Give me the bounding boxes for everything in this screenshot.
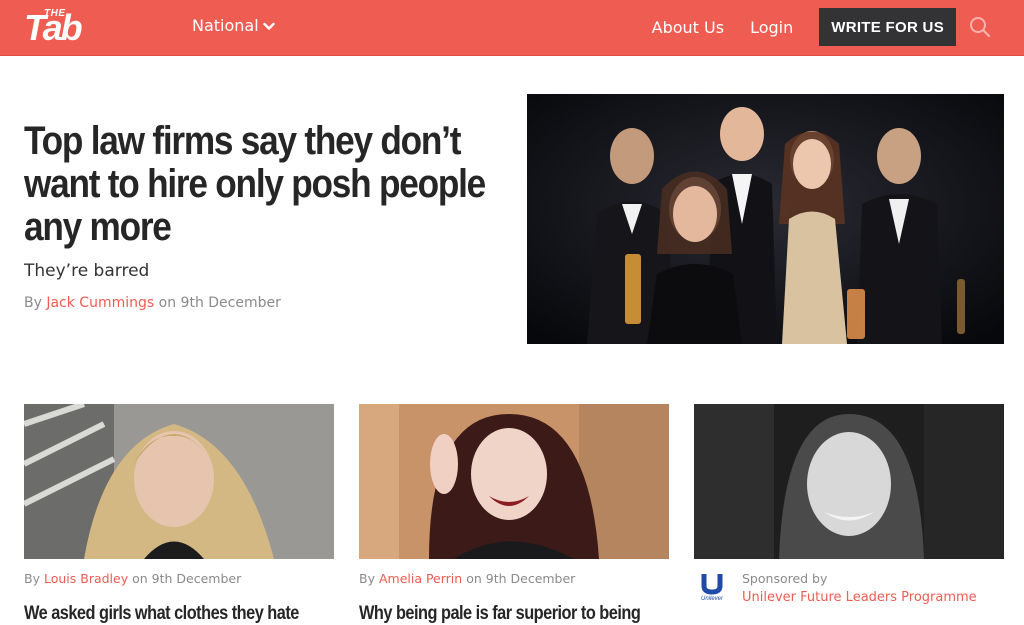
chevron-down-icon [262,22,275,30]
write-for-us-button[interactable]: WRITE FOR US [819,8,956,46]
unilever-logo[interactable]: Unilever [698,572,726,602]
sponsored-image[interactable] [694,404,1004,559]
card-2-author-link[interactable]: Amelia Perrin [379,571,462,586]
top-navigation-bar: THE Tab National About Us Login WRITE FO… [0,0,1024,56]
hero-article: Top law firms say they don’t want to hir… [24,120,517,312]
hero-byline: By Jack Cummings on 9th December [24,295,514,311]
byline-on: on [158,295,177,311]
byline-on: on [132,571,148,586]
article-image-2[interactable] [359,404,669,559]
the-tab-logo[interactable]: THE Tab [24,6,102,46]
login-link[interactable]: Login [750,18,793,37]
card-1-author-link[interactable]: Louis Bradley [44,571,128,586]
hero-subtitle: They’re barred [24,261,150,281]
hero-image[interactable] [527,94,1004,344]
sponsored-by-label: Sponsored by [742,571,828,586]
sponsor-link[interactable]: Unilever Future Leaders Programme [742,590,977,605]
region-dropdown[interactable]: National [192,16,275,35]
card-1-byline: By Louis Bradley on 9th December [24,571,241,586]
byline-by: By [24,571,40,586]
card-1-title[interactable]: We asked girls what clothes they hate [24,603,299,625]
byline-by: By [359,571,375,586]
card-2-date: 9th December [485,571,576,586]
card-1-date: 9th December [151,571,242,586]
hero-headline[interactable]: Top law firms say they don’t want to hir… [24,120,517,249]
card-2-byline: By Amelia Perrin on 9th December [359,571,575,586]
hero-author-link[interactable]: Jack Cummings [46,295,154,311]
card-2-title[interactable]: Why being pale is far superior to being [359,603,641,625]
hero-date: 9th December [180,295,281,311]
search-icon[interactable] [968,15,992,39]
about-us-link[interactable]: About Us [652,18,724,37]
article-image-1[interactable] [24,404,334,559]
logo-big-text: Tab [24,7,83,48]
region-label: National [192,16,259,35]
byline-on: on [466,571,482,586]
byline-by: By [24,295,42,311]
unilever-logo-text: Unilever [701,596,724,602]
